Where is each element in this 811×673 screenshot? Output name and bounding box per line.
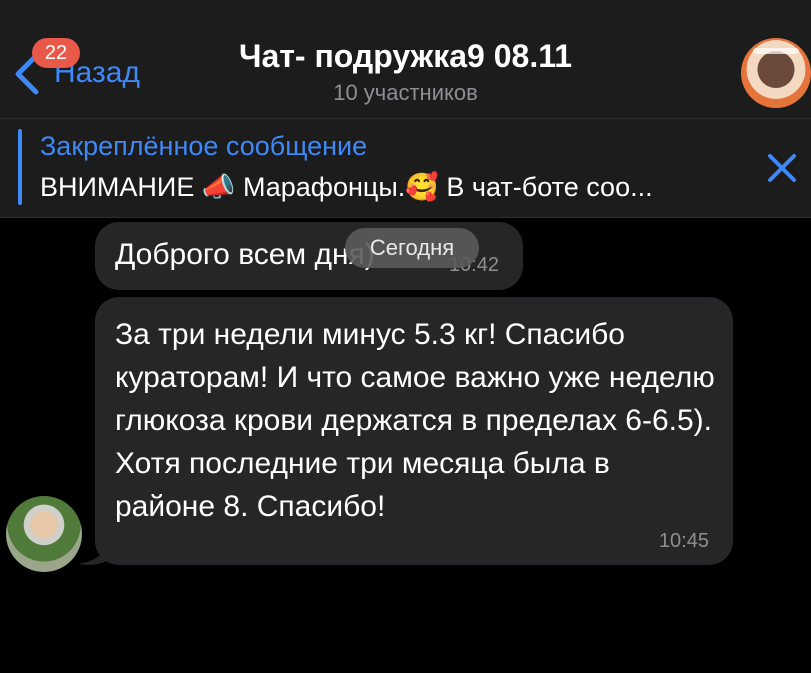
message-text: Доброго всем дня) [115, 238, 375, 271]
chat-header: Назад 22 Чат- подружка9 08.11 10 участни… [0, 0, 811, 120]
bubble-tail [78, 540, 108, 565]
close-icon[interactable] [762, 148, 802, 188]
chat-title[interactable]: Чат- подружка9 08.11 [150, 38, 661, 75]
message-bubble[interactable]: За три недели минус 5.3 кг! Спасибо кура… [95, 297, 733, 565]
pinned-text: ВНИМАНИЕ 📣 Марафонцы.🥰 В чат-боте соо... [40, 172, 653, 202]
group-avatar-icon[interactable] [741, 38, 811, 108]
back-button[interactable]: Назад 22 [12, 38, 162, 102]
unread-badge: 22 [32, 38, 80, 68]
pinned-label: Закреплённое сообщение [40, 131, 368, 161]
message-text: За три недели минус 5.3 кг! Спасибо кура… [115, 318, 715, 523]
chat-subtitle[interactable]: 10 участников [150, 80, 661, 106]
pinned-message[interactable]: Закреплённое сообщение ВНИМАНИЕ 📣 Марафо… [0, 118, 811, 218]
pinned-indicator [18, 129, 22, 205]
message-time: 10:45 [658, 530, 709, 552]
sender-avatar[interactable] [6, 496, 82, 572]
date-divider: Сегодня [345, 228, 479, 268]
